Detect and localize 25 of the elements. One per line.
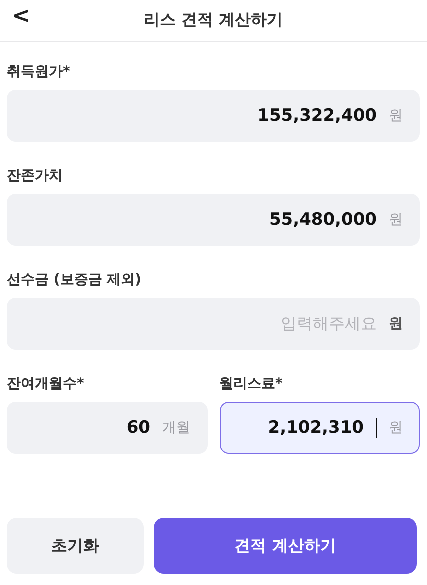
field-label: 선수금 (보증금 제외) [7, 271, 143, 290]
reset-button[interactable]: 초기화 [7, 518, 144, 574]
field-value: 55,480,000 [269, 210, 377, 230]
field-label: 잔여개월수* [7, 375, 86, 394]
input-field[interactable]: 60 개월 [7, 402, 208, 454]
text-cursor [376, 418, 377, 438]
input-field[interactable]: 155,322,400 원 [7, 90, 420, 142]
field-label: 잔존가치 [7, 167, 64, 186]
unit-label: 원 [389, 211, 403, 229]
field-label: 취득원가* [7, 63, 72, 82]
field-value: 60 [126, 418, 150, 438]
unit-label: 원 [389, 419, 403, 437]
field-value: 155,322,400 [258, 106, 377, 126]
input-field[interactable]: 55,480,000 원 [7, 194, 420, 246]
page-title: 리스 견적 계산하기 [144, 10, 284, 31]
input-field[interactable]: 입력해주세요 원 [7, 298, 420, 350]
unit-label: 원 [389, 315, 403, 333]
unit-label: 원 [389, 107, 403, 125]
calculate-button[interactable]: 견적 계산하기 [154, 518, 417, 574]
back-button[interactable]: < [8, 4, 34, 29]
unit-label: 개월 [162, 419, 190, 437]
field-value: 2,102,310 [268, 418, 364, 438]
placeholder-text: 입력해주세요 [281, 314, 377, 334]
input-field[interactable]: 2,102,310 원 [220, 402, 420, 454]
field-label: 월리스료* [220, 375, 284, 394]
